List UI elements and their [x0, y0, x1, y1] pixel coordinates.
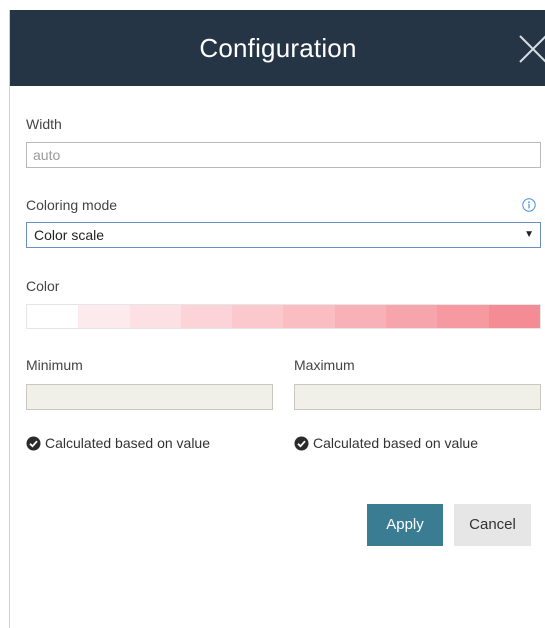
dialog-header: Configuration [10, 10, 545, 86]
minimum-input[interactable] [26, 384, 273, 410]
configuration-dialog: Configuration Width Coloring mode Color … [9, 10, 545, 628]
color-swatch [283, 305, 335, 328]
dialog-title: Configuration [199, 33, 357, 63]
coloring-mode-value: Color scale [34, 227, 105, 243]
width-input[interactable] [26, 142, 541, 168]
color-swatch [232, 305, 284, 328]
color-swatch [488, 305, 540, 328]
info-icon[interactable] [522, 198, 536, 212]
check-circle-icon [26, 436, 41, 450]
minimum-calculated-checkbox[interactable]: Calculated based on value [26, 434, 210, 452]
color-label: Color [26, 278, 60, 294]
color-swatch [78, 305, 130, 328]
color-swatch [386, 305, 438, 328]
color-scale-picker[interactable] [26, 304, 541, 329]
minimum-calculated-label: Calculated based on value [45, 435, 211, 451]
width-label: Width [26, 116, 62, 132]
check-circle-icon [294, 436, 309, 450]
maximum-input[interactable] [294, 384, 541, 410]
color-swatch [27, 305, 79, 328]
maximum-label: Maximum [294, 357, 355, 373]
color-swatch [334, 305, 387, 328]
color-swatch [180, 305, 233, 328]
minimum-label: Minimum [26, 357, 83, 373]
maximum-calculated-label: Calculated based on value [313, 435, 479, 451]
color-swatch [437, 305, 489, 328]
coloring-mode-label: Coloring mode [26, 197, 118, 213]
coloring-mode-select[interactable]: Color scale ▼ [26, 222, 541, 248]
cancel-button[interactable]: Cancel [454, 504, 531, 546]
apply-button[interactable]: Apply [367, 504, 443, 546]
close-button[interactable] [516, 32, 545, 66]
close-icon [519, 35, 545, 63]
dropdown-arrow-icon: ▼ [524, 229, 534, 240]
color-swatch [129, 305, 181, 328]
maximum-calculated-checkbox[interactable]: Calculated based on value [294, 434, 478, 452]
